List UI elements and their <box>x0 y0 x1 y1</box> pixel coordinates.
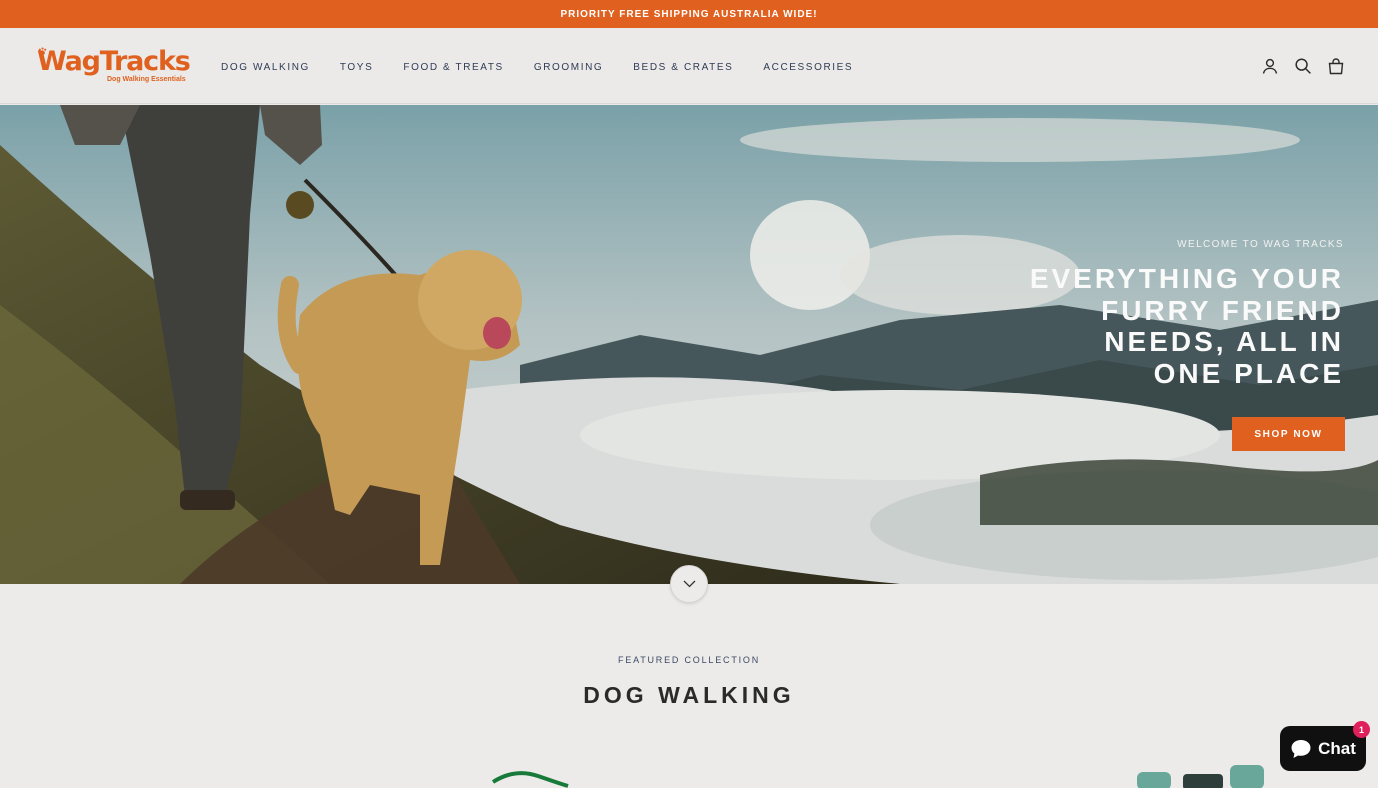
header-icons <box>1261 57 1345 75</box>
site-header: WagTracks Dog Walking Essentials DOG WAL… <box>0 28 1378 104</box>
product-image-holder[interactable] <box>1135 762 1265 788</box>
nav-item-beds-crates[interactable]: BEDS & CRATES <box>633 62 733 73</box>
hero-title: EVERYTHING YOUR FURRY FRIEND NEEDS, ALL … <box>1029 263 1344 389</box>
chat-bubble-icon <box>1291 739 1311 758</box>
hero-eyebrow: WELCOME TO WAG TRACKS <box>1177 239 1344 250</box>
search-icon[interactable] <box>1294 57 1312 75</box>
scroll-down-button[interactable] <box>670 565 708 603</box>
nav-item-food-treats[interactable]: FOOD & TREATS <box>403 62 503 73</box>
product-image-leash[interactable] <box>490 766 570 788</box>
logo-tagline: Dog Walking Essentials <box>107 76 186 83</box>
nav-item-dog-walking[interactable]: DOG WALKING <box>221 62 310 73</box>
nav-item-grooming[interactable]: GROOMING <box>534 62 603 73</box>
logo-wordmark: WagTracks <box>37 46 191 77</box>
shop-now-button[interactable]: SHOP NOW <box>1232 417 1345 451</box>
announcement-text: PRIORITY FREE SHIPPING AUSTRALIA WIDE! <box>560 8 818 20</box>
logo[interactable]: WagTracks Dog Walking Essentials <box>37 46 191 88</box>
cart-icon[interactable] <box>1327 57 1345 75</box>
account-icon[interactable] <box>1261 57 1279 75</box>
hero-banner: WELCOME TO WAG TRACKS EVERYTHING YOUR FU… <box>0 105 1378 584</box>
chat-label: Chat <box>1318 738 1356 758</box>
main-nav: DOG WALKING TOYS FOOD & TREATS GROOMING … <box>221 62 883 73</box>
featured-eyebrow: FEATURED COLLECTION <box>617 655 761 665</box>
nav-item-toys[interactable]: TOYS <box>340 62 373 73</box>
featured-title: DOG WALKING <box>583 682 795 708</box>
chevron-down-icon <box>683 580 695 588</box>
announcement-bar: PRIORITY FREE SHIPPING AUSTRALIA WIDE! <box>0 0 1378 28</box>
nav-item-accessories[interactable]: ACCESSORIES <box>763 62 853 73</box>
hero-text-block: WELCOME TO WAG TRACKS EVERYTHING YOUR FU… <box>1024 239 1344 389</box>
chat-badge: 1 <box>1353 721 1370 738</box>
